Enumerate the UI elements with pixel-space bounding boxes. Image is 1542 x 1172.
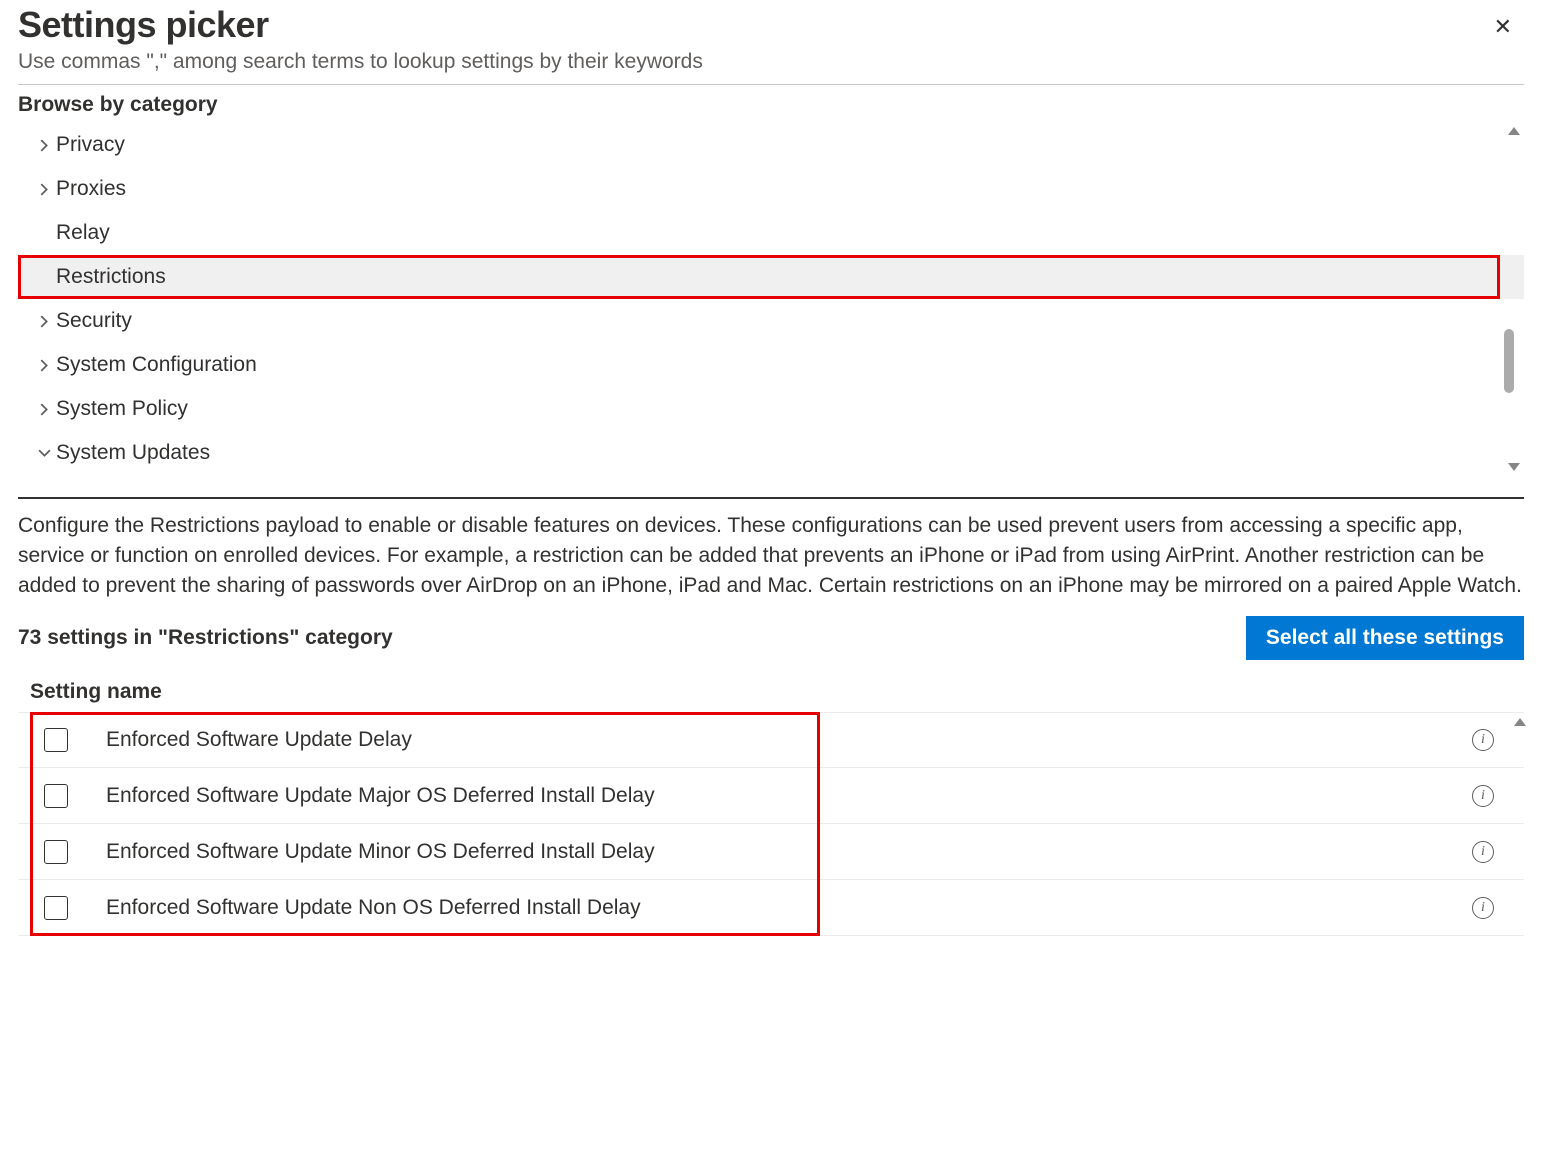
setting-row[interactable]: Enforced Software Update Minor OS Deferr… [18,824,1524,880]
scroll-up-icon[interactable] [1508,127,1520,135]
info-icon[interactable]: i [1472,729,1494,751]
chevron-right-icon[interactable] [32,403,56,416]
info-icon[interactable]: i [1472,897,1494,919]
info-icon[interactable]: i [1472,841,1494,863]
scroll-down-icon[interactable] [1508,463,1520,471]
header-text: Settings picker Use commas "," among sea… [18,0,703,84]
setting-label: Enforced Software Update Minor OS Deferr… [106,840,1472,864]
column-header-setting-name: Setting name [18,674,1524,712]
category-description: Configure the Restrictions payload to en… [18,511,1524,600]
settings-list-area: Enforced Software Update DelayiEnforced … [18,712,1524,936]
category-item-privacy[interactable]: Privacy [18,123,1524,167]
chevron-right-icon[interactable] [32,359,56,372]
setting-checkbox[interactable] [44,896,68,920]
settings-list-wrapper: Enforced Software Update DelayiEnforced … [18,712,1524,936]
select-all-button[interactable]: Select all these settings [1246,616,1524,660]
category-label: System Updates [56,441,210,465]
setting-label: Enforced Software Update Major OS Deferr… [106,784,1472,808]
category-item-system-configuration[interactable]: System Configuration [18,343,1524,387]
setting-checkbox[interactable] [44,784,68,808]
chevron-down-icon[interactable] [32,447,56,460]
setting-row[interactable]: Enforced Software Update Non OS Deferred… [18,880,1524,936]
chevron-right-icon[interactable] [32,139,56,152]
page-subtitle: Use commas "," among search terms to loo… [18,50,703,74]
header-row: Settings picker Use commas "," among sea… [18,0,1524,84]
category-label: Restrictions [56,265,166,289]
category-label: Security [56,309,132,333]
close-icon: ✕ [1494,14,1512,39]
tree-scrollbar[interactable] [1504,123,1524,475]
count-row: 73 settings in "Restrictions" category S… [18,616,1524,660]
category-item-proxies[interactable]: Proxies [18,167,1524,211]
settings-scroll-up-icon[interactable] [1514,718,1526,726]
category-label: Relay [56,221,110,245]
chevron-right-icon[interactable] [32,183,56,196]
settings-list: Enforced Software Update DelayiEnforced … [18,712,1524,936]
close-button[interactable]: ✕ [1488,10,1518,44]
setting-checkbox[interactable] [44,840,68,864]
category-tree-wrapper: Privacy Proxies Relay Restrictions Security S… [18,123,1524,475]
settings-count-text: 73 settings in "Restrictions" category [18,626,393,650]
setting-label: Enforced Software Update Delay [106,728,1472,752]
chevron-right-icon[interactable] [32,315,56,328]
setting-label: Enforced Software Update Non OS Deferred… [106,896,1472,920]
page-title: Settings picker [18,4,703,46]
setting-checkbox[interactable] [44,728,68,752]
category-label: System Configuration [56,353,257,377]
category-item-relay[interactable]: Relay [18,211,1524,255]
browse-by-category-label: Browse by category [18,93,1524,117]
category-label: Proxies [56,177,126,201]
category-item-security[interactable]: Security [18,299,1524,343]
category-label: System Policy [56,397,188,421]
category-item-system-policy[interactable]: System Policy [18,387,1524,431]
info-icon[interactable]: i [1472,785,1494,807]
setting-row[interactable]: Enforced Software Update Major OS Deferr… [18,768,1524,824]
category-label: Privacy [56,133,125,157]
category-item-restrictions[interactable]: Restrictions [18,255,1524,299]
scroll-thumb[interactable] [1504,329,1514,393]
setting-row[interactable]: Enforced Software Update Delayi [18,712,1524,768]
scroll-track-middle[interactable] [1504,135,1524,463]
divider [18,84,1524,85]
category-item-system-updates[interactable]: System Updates [18,431,1524,475]
divider [18,497,1524,499]
settings-picker-panel: Settings picker Use commas "," among sea… [0,0,1542,954]
category-tree[interactable]: Privacy Proxies Relay Restrictions Security S… [18,123,1524,475]
